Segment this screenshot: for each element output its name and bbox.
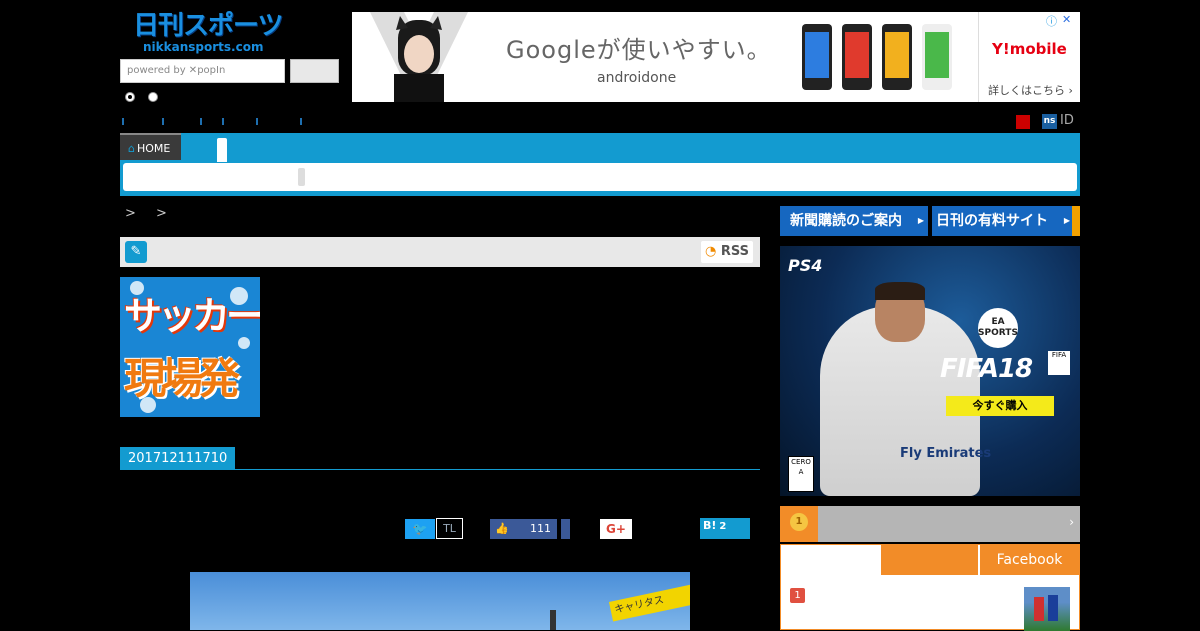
subnav-item[interactable] — [122, 118, 124, 125]
subscribe-button[interactable]: 新聞購読のご案内 ▶ — [780, 206, 928, 236]
search-scope-radio-site[interactable] — [125, 92, 135, 102]
buy-now-button[interactable]: 今すぐ購入 — [946, 396, 1054, 416]
ranking-tab-facebook[interactable]: Facebook — [980, 545, 1079, 575]
nav-tab-active[interactable] — [217, 138, 227, 162]
phone-image — [802, 24, 832, 90]
notification-icon[interactable] — [1016, 115, 1030, 129]
search-scope-radio-web[interactable] — [148, 92, 158, 102]
facebook-like-count: 111 — [530, 522, 551, 535]
ns-badge[interactable]: ns — [1042, 114, 1057, 129]
hatena-label: B! — [703, 519, 717, 532]
column-title-line1: サッカー — [124, 294, 260, 338]
nav-home-tab[interactable]: ⌂ HOME — [120, 133, 181, 160]
ea-sports-badge: EA SPORTS — [978, 308, 1018, 348]
thumbs-up-icon: 👍 — [495, 522, 509, 535]
breadcrumb[interactable]: > > — [125, 206, 175, 221]
phone-image — [882, 24, 912, 90]
ad-divider — [978, 12, 979, 102]
subnav-item[interactable] — [200, 118, 202, 125]
game-ad[interactable]: PS4 Fly Emirates EA SPORTS FIFA18 FIFA 今… — [780, 246, 1080, 496]
twitter-timeline-button[interactable]: TL — [436, 518, 463, 539]
hatena-bookmark-button[interactable]: B! 2 — [700, 518, 750, 539]
rss-icon: ◔ — [704, 244, 717, 259]
category-bar: ✎ ◔ RSS — [120, 237, 760, 267]
info-icon[interactable]: ⓘ — [1046, 13, 1060, 28]
phone-image — [842, 24, 872, 90]
ranking-thumbnail[interactable] — [1024, 587, 1070, 631]
player-hair — [875, 282, 925, 300]
date-divider — [120, 469, 760, 470]
paid-site-button[interactable]: 日刊の有料サイト ▶ — [932, 206, 1080, 236]
cero-rating-badge: CERO A — [788, 456, 814, 492]
arrow-right-icon: ▶ — [1063, 216, 1070, 225]
ranking-header[interactable]: 1 › — [780, 506, 1080, 542]
ranking-panel: Facebook 1 — [780, 544, 1080, 631]
ad-model-image — [370, 12, 468, 102]
phone-image — [922, 24, 952, 90]
ad-subbrand: androidone — [597, 70, 677, 86]
photo-sign: キャリタス — [608, 582, 690, 622]
column-title-line2: 現場発 — [124, 354, 240, 403]
subnav-item[interactable] — [300, 118, 302, 125]
ad-brand: Y!mobile — [992, 40, 1067, 58]
nav-sub-item[interactable] — [298, 168, 305, 186]
twitter-share-button[interactable]: 🐦 — [405, 519, 435, 539]
subnav-item[interactable] — [162, 118, 164, 125]
site-logo[interactable]: 日刊スポーツ nikkansports.com — [133, 12, 285, 56]
nav-home-label: HOME — [136, 142, 171, 155]
hatena-count: 2 — [719, 521, 727, 532]
article-photo: キャリタス — [190, 572, 690, 630]
subnav-item[interactable] — [256, 118, 258, 125]
main-nav: ⌂ HOME — [120, 133, 1080, 196]
subnav-item[interactable] — [222, 118, 224, 125]
ranking-tab[interactable] — [881, 545, 978, 575]
photo-pole — [550, 610, 556, 630]
pencil-icon: ✎ — [125, 241, 147, 263]
subscribe-label: 新聞購読のご案内 — [790, 213, 902, 229]
search-input[interactable]: powered by ✕popIn — [120, 59, 285, 83]
ad-more-link[interactable]: 詳しくはこちら › — [988, 82, 1073, 98]
home-icon: ⌂ — [128, 142, 135, 155]
google-plus-button[interactable]: G+ — [600, 519, 632, 539]
arrow-right-icon: ▶ — [917, 216, 924, 225]
rank-number-badge: 1 — [790, 588, 805, 603]
rss-button[interactable]: ◔ RSS — [701, 241, 753, 263]
rss-label: RSS — [720, 244, 750, 259]
search-button[interactable] — [290, 59, 339, 83]
close-icon[interactable]: ✕ — [1062, 13, 1078, 27]
logo-title: 日刊スポーツ — [133, 11, 283, 41]
paid-site-edge — [1072, 206, 1080, 236]
ps4-logo: PS4 — [788, 256, 823, 275]
fifa-license-icon: FIFA — [1048, 351, 1070, 375]
logo-url: nikkansports.com — [143, 40, 264, 54]
chevron-right-icon: › — [1069, 515, 1074, 529]
nav-subbar — [123, 163, 1077, 191]
article-date-tag: 201712111710 — [120, 447, 236, 470]
medal-icon: 1 — [780, 506, 818, 542]
facebook-like-button[interactable]: 👍 111 — [490, 519, 557, 539]
ad-banner[interactable]: Googleが使いやすい。 androidone Y!mobile 詳しくはこち… — [352, 12, 1080, 102]
ad-headline: Googleが使いやすい。 — [506, 36, 772, 64]
column-logo-image[interactable]: サッカー 現場発 — [120, 277, 260, 417]
paid-site-label: 日刊の有料サイト — [936, 213, 1048, 229]
login-id-link[interactable]: ID — [1060, 113, 1074, 128]
game-title: FIFA18 — [940, 354, 1033, 384]
facebook-share-button[interactable] — [561, 519, 570, 539]
jersey-text: Fly Emirates — [900, 446, 992, 461]
twitter-bird-icon: 🐦 — [412, 522, 428, 536]
